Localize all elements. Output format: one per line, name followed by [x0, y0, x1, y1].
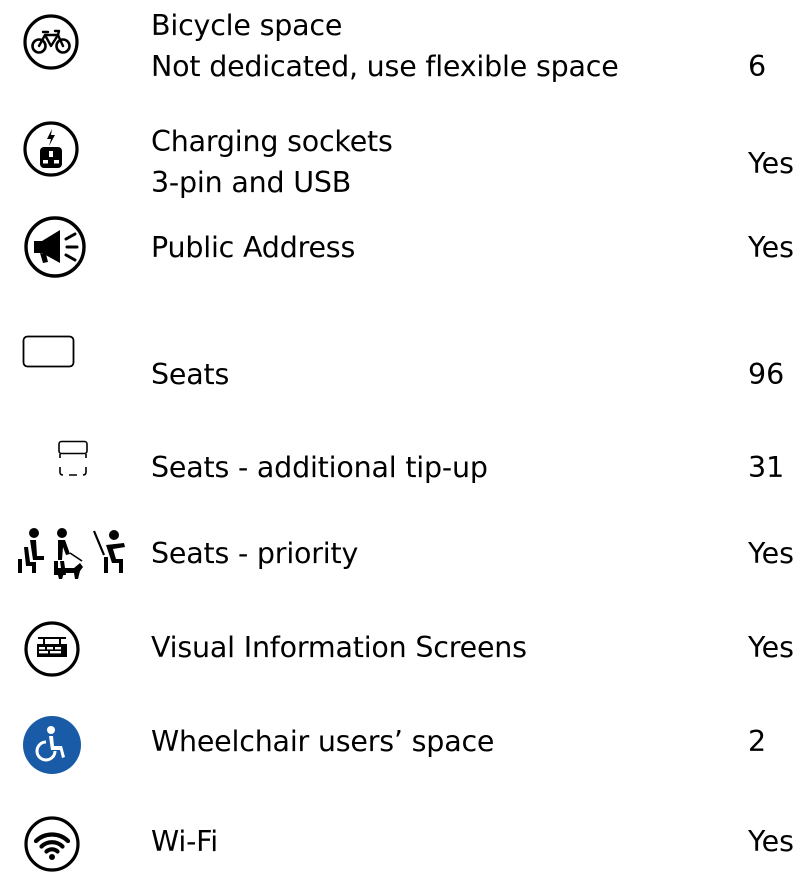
item-title: Wi-Fi [151, 825, 218, 858]
item-label: Charging sockets 3-pin and USB [151, 121, 393, 203]
amenities-list: { "colors": { "text": "#000000", "wheelc… [0, 0, 809, 895]
item-value: Yes [748, 825, 795, 858]
item-label: Visual Information Screens [151, 627, 527, 668]
item-value: 96 [748, 358, 785, 391]
item-value: Yes [748, 231, 795, 264]
item-title: Bicycle space [151, 9, 343, 42]
item-label: Wheelchair users’ space [151, 721, 494, 762]
priority-seat-icon [0, 521, 140, 585]
megaphone-icon [22, 215, 122, 279]
item-subtitle: 3-pin and USB [151, 166, 352, 199]
item-value: 2 [748, 725, 767, 758]
item-title: Seats - priority [151, 537, 359, 570]
item-value: Yes [748, 631, 795, 664]
charging-socket-icon [22, 117, 122, 181]
item-label: Seats - additional tip-up [151, 447, 488, 488]
tip-up-seat-icon [22, 427, 122, 491]
item-value: 6 [748, 50, 767, 83]
item-title: Seats - additional tip-up [151, 451, 488, 484]
information-screen-icon [22, 617, 122, 681]
item-label: Bicycle space Not dedicated, use flexibl… [151, 5, 619, 87]
item-title: Public Address [151, 231, 356, 264]
item-title: Charging sockets [151, 125, 393, 158]
item-title: Wheelchair users’ space [151, 725, 495, 758]
seat-icon [22, 320, 122, 384]
bicycle-icon [22, 10, 122, 74]
item-value: Yes [748, 537, 795, 570]
item-title: Seats [151, 358, 230, 391]
wifi-icon [22, 812, 122, 876]
item-value: 31 [748, 451, 785, 484]
item-label: Public Address [151, 227, 355, 268]
wheelchair-icon [22, 713, 122, 777]
item-subtitle: Not dedicated, use flexible space [151, 50, 619, 83]
item-label: Seats - priority [151, 533, 358, 574]
item-label: Wi-Fi [151, 821, 218, 862]
item-value: Yes [748, 147, 795, 180]
item-title: Visual Information Screens [151, 631, 527, 664]
item-label: Seats [151, 354, 229, 395]
